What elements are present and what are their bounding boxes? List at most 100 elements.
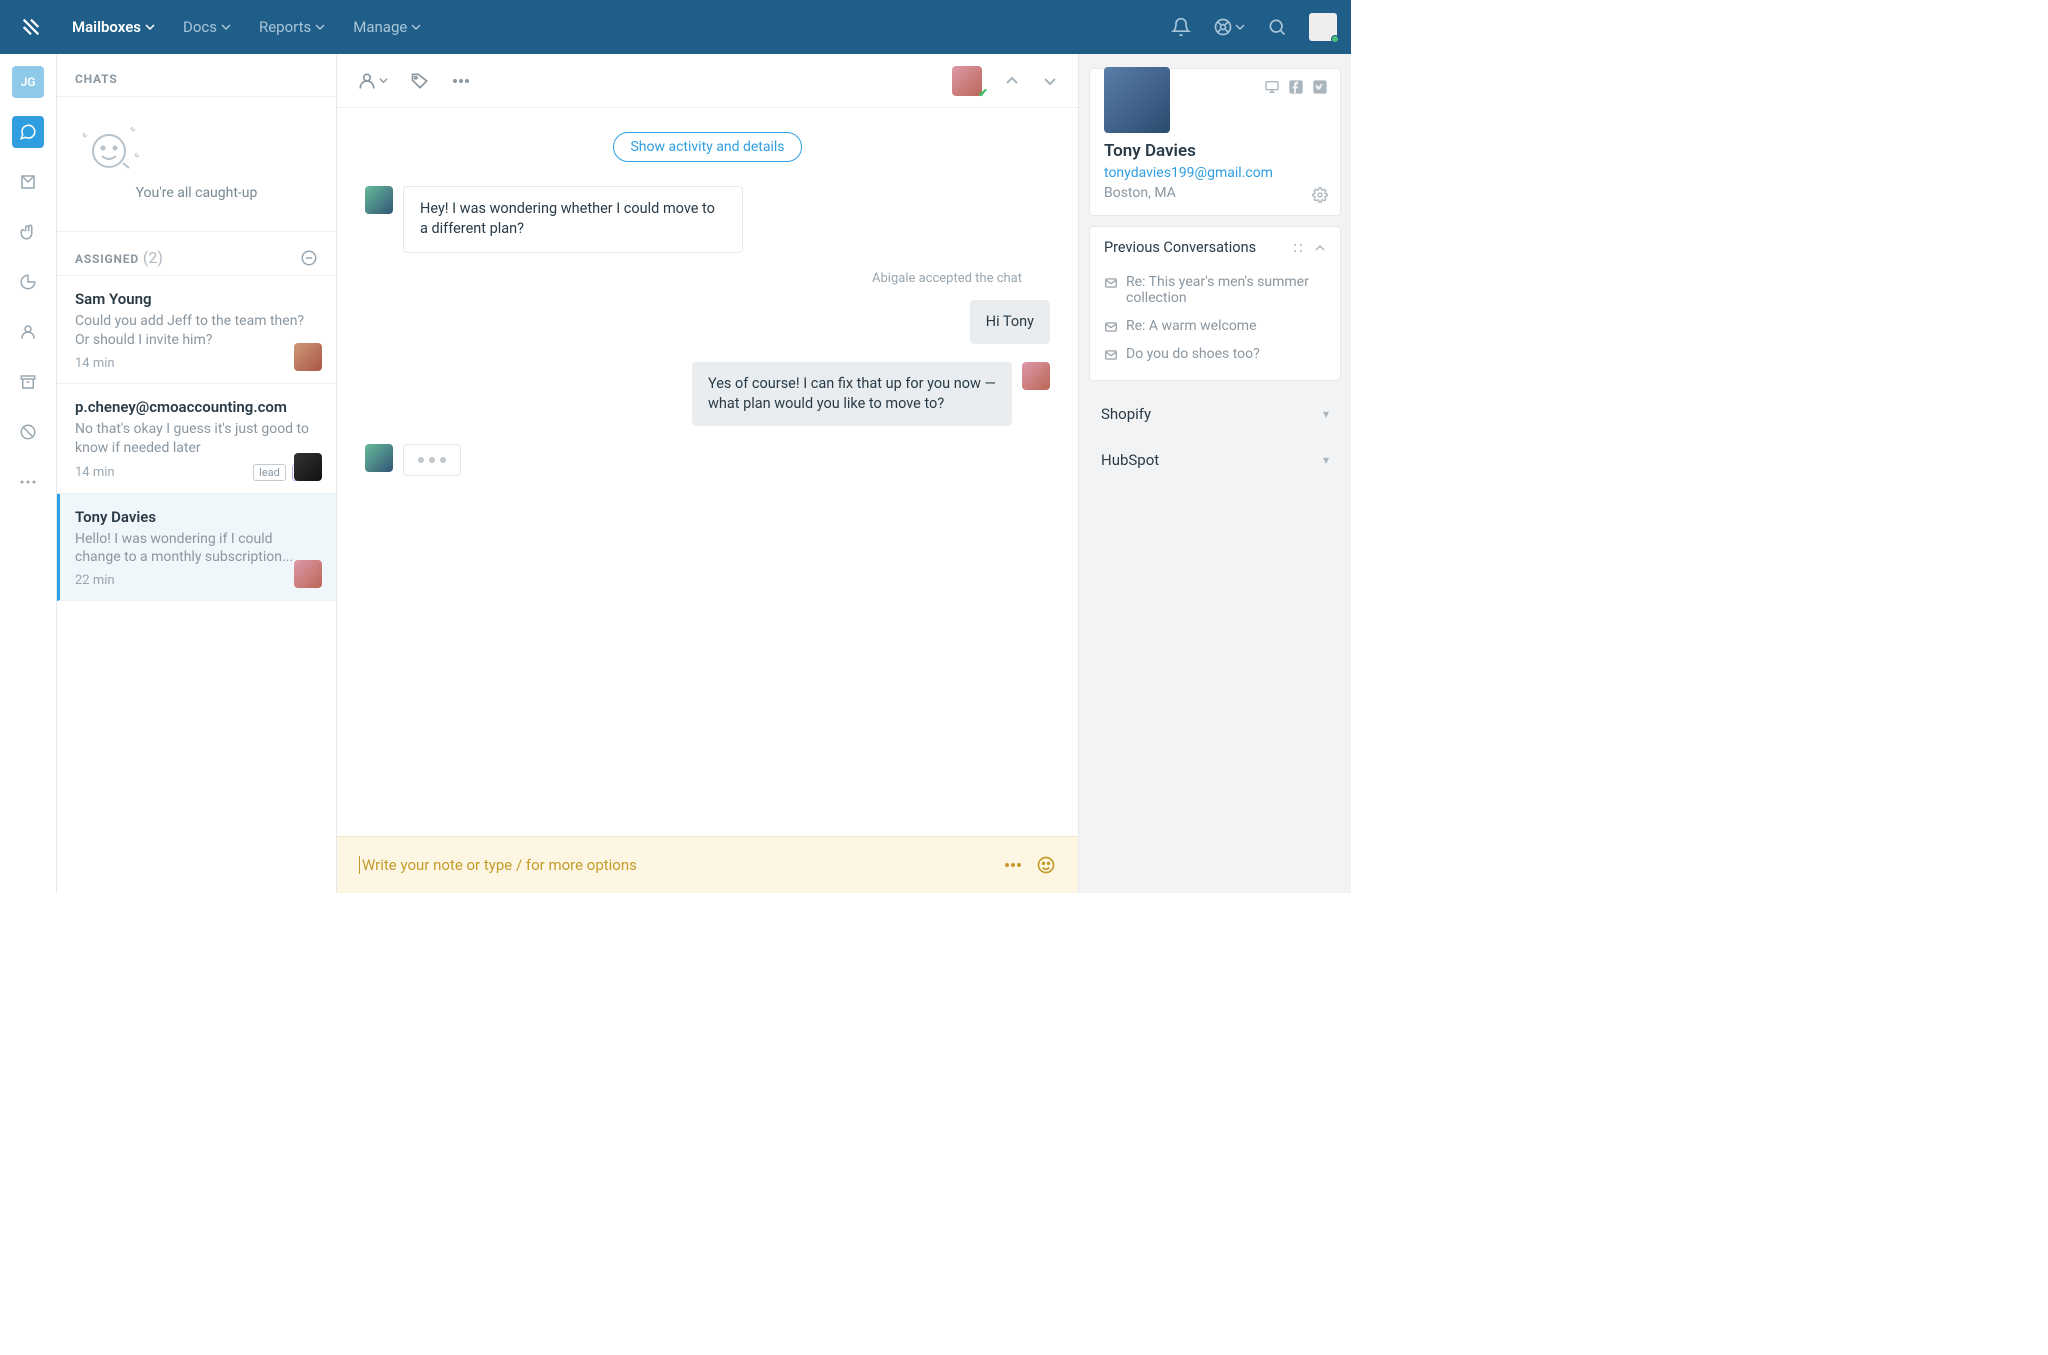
presence-dot (1331, 35, 1339, 43)
current-user-avatar[interactable] (1309, 13, 1337, 41)
conversation-item[interactable]: p.cheney@cmoaccounting.com No that's oka… (57, 384, 336, 494)
conv-time: 14 min (75, 356, 115, 371)
conv-name: p.cheney@cmoaccounting.com (75, 398, 318, 416)
prev-conversation-link[interactable]: Do you do shoes too? (1104, 340, 1326, 368)
conv-time: 14 min (75, 465, 115, 480)
panel-title: Previous Conversations (1104, 239, 1256, 256)
composer-more-icon[interactable] (1004, 862, 1022, 868)
rail-chats-icon[interactable] (12, 116, 44, 148)
more-icon[interactable] (452, 78, 470, 84)
customer-avatar-small[interactable]: ✔ (952, 66, 982, 96)
customer-location: Boston, MA (1104, 185, 1326, 201)
prev-conversation-icon[interactable] (1004, 73, 1020, 89)
caught-up-text: You're all caught-up (69, 185, 324, 201)
nav-reports[interactable]: Reports (259, 18, 325, 36)
rail-customers-icon[interactable] (12, 316, 44, 348)
chat-list: CHATS You're all caught-up ASSIGNED (2) … (57, 54, 337, 893)
nav-mailboxes[interactable]: Mailboxes (72, 18, 155, 36)
conversation-item[interactable]: Sam Young Could you add Jeff to the team… (57, 276, 336, 384)
check-icon: ✔ (978, 86, 988, 100)
prev-conversation-link[interactable]: Re: A warm welcome (1104, 312, 1326, 340)
message-bubble: Yes of course! I can fix that up for you… (692, 362, 1012, 427)
nav-reports-label: Reports (259, 18, 311, 36)
next-conversation-icon[interactable] (1042, 73, 1058, 89)
assigned-header: ASSIGNED (2) (57, 232, 336, 276)
mail-icon (1104, 276, 1118, 290)
search-icon[interactable] (1267, 17, 1287, 37)
brand-logo[interactable] (14, 16, 48, 38)
conv-name: Tony Davies (75, 508, 318, 526)
device-icon[interactable] (1264, 79, 1280, 95)
assigned-label: ASSIGNED (75, 252, 139, 266)
emoji-icon[interactable] (1036, 855, 1056, 875)
nav-manage[interactable]: Manage (353, 18, 421, 36)
prev-conv-title: Do you do shoes too? (1126, 346, 1260, 362)
conv-avatar (294, 343, 322, 371)
collapse-icon[interactable] (1314, 242, 1326, 254)
nav-manage-label: Manage (353, 18, 407, 36)
cursor-indicator (359, 856, 360, 874)
show-activity-button[interactable]: Show activity and details (613, 132, 801, 162)
integration-shopify[interactable]: Shopify ▾ (1079, 391, 1351, 437)
drag-icon[interactable] (1292, 242, 1304, 254)
chevron-down-icon: ▾ (1323, 453, 1329, 467)
customer-sidebar: Tony Davies tonydavies199@gmail.com Bost… (1079, 54, 1351, 893)
customer-photo (1104, 67, 1170, 133)
mail-icon (1104, 348, 1118, 362)
message-row: Yes of course! I can fix that up for you… (365, 362, 1050, 427)
customer-email[interactable]: tonydavies199@gmail.com (1104, 165, 1326, 181)
message-bubble: Hey! I was wondering whether I could mov… (403, 186, 743, 253)
rail-archive-icon[interactable] (12, 366, 44, 398)
conv-preview: Hello! I was wondering if I could change… (75, 530, 318, 568)
customer-card: Tony Davies tonydavies199@gmail.com Bost… (1089, 68, 1341, 216)
typing-indicator (403, 444, 461, 476)
customer-name: Tony Davies (1104, 141, 1326, 161)
chats-header: CHATS (57, 54, 336, 97)
tag-icon[interactable] (410, 71, 430, 91)
typing-row (365, 444, 1050, 476)
conversation-item[interactable]: Tony Davies Hello! I was wondering if I … (57, 494, 336, 602)
settings-icon[interactable] (1312, 187, 1328, 203)
system-message: Abigale accepted the chat (365, 271, 1022, 286)
collapse-icon[interactable] (300, 249, 318, 267)
top-nav: Mailboxes Docs Reports Manage (0, 0, 1351, 54)
message-avatar (365, 444, 393, 472)
assign-icon[interactable] (357, 71, 388, 91)
nav-mailboxes-label: Mailboxes (72, 18, 141, 36)
twitter-icon[interactable] (1312, 79, 1328, 95)
message-avatar (365, 186, 393, 214)
conv-preview: No that's okay I guess it's just good to… (75, 420, 318, 458)
nav-docs-label: Docs (183, 18, 217, 36)
conv-avatar (294, 560, 322, 588)
facebook-icon[interactable] (1288, 79, 1304, 95)
mail-icon (1104, 320, 1118, 334)
prev-conv-title: Re: A warm welcome (1126, 318, 1257, 334)
help-icon[interactable] (1213, 17, 1245, 37)
prev-conversation-link[interactable]: Re: This year's men's summer collection (1104, 268, 1326, 312)
caught-up-icon (69, 121, 324, 175)
nav-docs[interactable]: Docs (183, 18, 231, 36)
composer (337, 836, 1078, 893)
conv-preview: Could you add Jeff to the team then? Or … (75, 312, 318, 350)
rail-more-icon[interactable] (12, 466, 44, 498)
message-avatar (1022, 362, 1050, 390)
conversation-toolbar: ✔ (337, 54, 1078, 108)
panel-header[interactable]: Previous Conversations (1090, 227, 1340, 268)
rail-mail-icon[interactable] (12, 166, 44, 198)
rail-hand-icon[interactable] (12, 216, 44, 248)
rail-reports-icon[interactable] (12, 266, 44, 298)
caught-up-block: You're all caught-up (57, 97, 336, 232)
integration-label: Shopify (1101, 405, 1151, 423)
message-bubble: Hi Tony (970, 300, 1050, 344)
composer-input[interactable] (362, 856, 990, 874)
chevron-down-icon: ▾ (1323, 407, 1329, 421)
tag-lead: lead (253, 464, 286, 481)
previous-conversations-panel: Previous Conversations Re: This year's m… (1089, 226, 1341, 381)
integration-hubspot[interactable]: HubSpot ▾ (1079, 437, 1351, 483)
notifications-icon[interactable] (1171, 17, 1191, 37)
conv-time: 22 min (75, 573, 115, 588)
user-chip[interactable]: JG (12, 66, 44, 98)
rail-spam-icon[interactable] (12, 416, 44, 448)
integration-label: HubSpot (1101, 451, 1159, 469)
left-rail: JG (0, 54, 57, 893)
